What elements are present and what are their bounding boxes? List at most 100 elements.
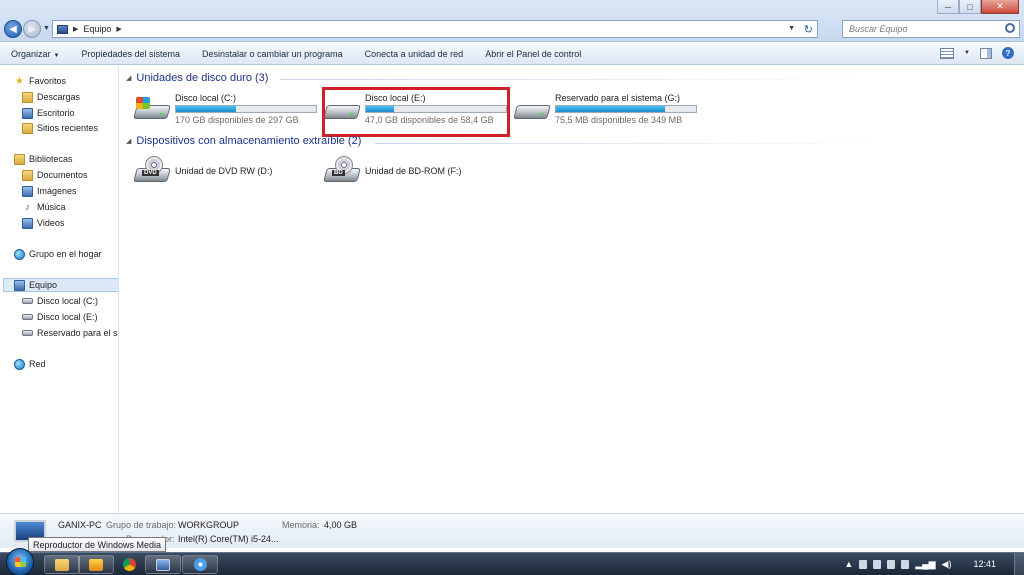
group-title: Dispositivos con almacenamiento extraíbl… [136, 135, 362, 147]
chevron-down-icon: ▼ [53, 52, 60, 59]
show-desktop-button[interactable] [1014, 553, 1024, 575]
nav-item-libraries[interactable]: Bibliotecas [14, 152, 118, 166]
navigation-pane: ★ Favoritos Descargas Escritorio Sitios r… [0, 66, 119, 513]
drive-name: Unidad de DVD RW (D:) [175, 166, 273, 176]
show-hidden-icons[interactable]: ▲ [844, 559, 853, 569]
drive-g[interactable]: Reservado para el sistema (G:) 75,5 MB d… [513, 93, 703, 127]
drive-c[interactable]: Disco local (C:) 170 GB disponibles de 2… [133, 93, 323, 127]
collapse-triangle-icon[interactable]: ◢ [126, 74, 131, 82]
recent-pages-dropdown[interactable]: ▼ [43, 25, 50, 32]
nav-item-recent-places[interactable]: Sitios recientes [22, 121, 118, 135]
command-bar: Organizar ▼ Propiedades del sistema Desin… [0, 43, 1024, 65]
change-view-icon[interactable] [940, 47, 955, 59]
system-tray: ▲ ▂▄▆ ◀) 12:41 [844, 553, 1024, 575]
drive-type-tag: BD [332, 170, 345, 176]
address-dropdown-icon[interactable]: ▼ [788, 25, 795, 32]
nav-item-documents[interactable]: Documentos [22, 168, 118, 182]
map-network-drive-button[interactable]: Conecta a unidad de red [354, 49, 475, 59]
search-icon[interactable] [1005, 23, 1015, 33]
nav-label: Escritorio [37, 108, 75, 118]
clock[interactable]: 12:41 [973, 559, 996, 569]
nav-label: Videos [37, 218, 65, 228]
address-bar[interactable]: ▶ Equipo ▶ ▼ ↻ [52, 20, 818, 38]
capacity-bar [555, 105, 697, 113]
refresh-icon[interactable]: ↻ [804, 23, 813, 36]
windows-logo-icon [136, 97, 150, 109]
app-icon [193, 558, 207, 571]
taskbar-media-player[interactable] [78, 555, 114, 574]
hard-drive-icon [513, 97, 551, 123]
breadcrumb-arrow-icon[interactable]: ▶ [116, 25, 121, 33]
collapse-triangle-icon[interactable]: ◢ [126, 137, 131, 145]
forward-button[interactable]: ▶ [23, 20, 41, 38]
nav-label: Equipo [29, 280, 58, 290]
drive-name: Unidad de BD-ROM (F:) [365, 166, 462, 176]
nav-item-drive-e[interactable]: Disco local (E:) [22, 310, 118, 324]
drive-dvd[interactable]: DVD Unidad de DVD RW (D:) [133, 156, 323, 190]
homegroup-icon [14, 248, 25, 260]
nav-item-favorites[interactable]: ★ Favoritos [14, 74, 118, 88]
nav-item-computer[interactable]: Equipo [3, 278, 118, 292]
taskbar-tooltip: Reproductor de Windows Media [28, 537, 167, 552]
close-button[interactable]: ✕ [981, 0, 1019, 14]
group-header-hard-drives[interactable]: ◢ Unidades de disco duro (3) [126, 72, 268, 84]
hard-drive-icon [22, 298, 33, 304]
nav-item-music[interactable]: ♪ Música [22, 200, 118, 214]
nav-label: Documentos [37, 170, 88, 180]
taskbar-app[interactable] [182, 555, 218, 574]
group-title: Unidades de disco duro (3) [136, 72, 269, 84]
nav-label: Sitios recientes [37, 123, 99, 133]
drive-name: Disco local (C:) [175, 93, 237, 103]
media-player-icon [89, 558, 103, 571]
nav-item-network[interactable]: Red [14, 357, 118, 371]
computer-icon [14, 279, 25, 291]
nav-item-desktop[interactable]: Escritorio [22, 106, 118, 120]
maximize-button[interactable]: □ [959, 0, 981, 14]
nav-item-videos[interactable]: Videos [22, 216, 118, 230]
capacity-fill [556, 106, 666, 112]
uninstall-program-button[interactable]: Desinstalar o cambiar un programa [191, 49, 354, 59]
minimize-button[interactable]: ─ [937, 0, 959, 14]
nav-label: Disco local (C:) [37, 296, 99, 306]
open-control-panel-button[interactable]: Abrir el Panel de control [474, 49, 592, 59]
help-icon[interactable]: ? [1002, 47, 1014, 59]
nav-item-drive-c[interactable]: Disco local (C:) [22, 294, 118, 308]
signal-icon[interactable]: ▂▄▆ [915, 559, 935, 570]
taskbar-explorer[interactable] [44, 555, 80, 574]
search-input[interactable]: Buscar Equipo [842, 20, 1020, 38]
start-button[interactable] [6, 548, 34, 575]
volume-icon[interactable]: ◀) [942, 559, 952, 570]
breadcrumb-equipo[interactable]: Equipo [83, 24, 111, 34]
taskbar-monitor[interactable] [145, 555, 181, 574]
nav-item-homegroup[interactable]: Grupo en el hogar [14, 247, 118, 261]
chrome-icon [122, 558, 136, 571]
nav-item-images[interactable]: Imágenes [22, 184, 118, 198]
libraries-icon [14, 153, 25, 165]
folder-icon [55, 558, 69, 571]
nav-label: Música [37, 202, 66, 212]
nav-label: Disco local (E:) [37, 312, 98, 322]
flag-icon[interactable] [901, 559, 910, 569]
organize-button[interactable]: Organizar ▼ [0, 49, 70, 59]
taskbar-chrome[interactable] [111, 555, 147, 574]
nav-item-downloads[interactable]: Descargas [22, 90, 118, 104]
window-controls: ─ □ ✕ [937, 0, 1019, 14]
tray-app-icon[interactable] [873, 559, 882, 569]
nav-label: Reservado para el sis [37, 328, 119, 338]
memory-label: Memoria: [282, 520, 320, 530]
group-header-removable[interactable]: ◢ Dispositivos con almacenamiento extraí… [126, 135, 361, 147]
view-dropdown-icon[interactable]: ▼ [964, 50, 970, 56]
preview-pane-icon[interactable] [980, 47, 992, 59]
nav-label: Imágenes [37, 186, 77, 196]
drive-name: Reservado para el sistema (G:) [555, 93, 681, 103]
nav-item-drive-g[interactable]: Reservado para el sis [22, 326, 119, 340]
drive-type-tag: DVD [142, 170, 159, 176]
music-note-icon: ♪ [25, 201, 30, 213]
battery-icon[interactable] [887, 559, 896, 569]
back-button[interactable]: ◀ [4, 20, 22, 38]
drive-bd[interactable]: BD Unidad de BD-ROM (F:) [323, 156, 513, 190]
shield-icon[interactable] [859, 559, 868, 569]
system-properties-button[interactable]: Propiedades del sistema [70, 49, 191, 59]
documents-icon [22, 169, 33, 181]
breadcrumb-arrow-icon[interactable]: ▶ [73, 25, 78, 33]
